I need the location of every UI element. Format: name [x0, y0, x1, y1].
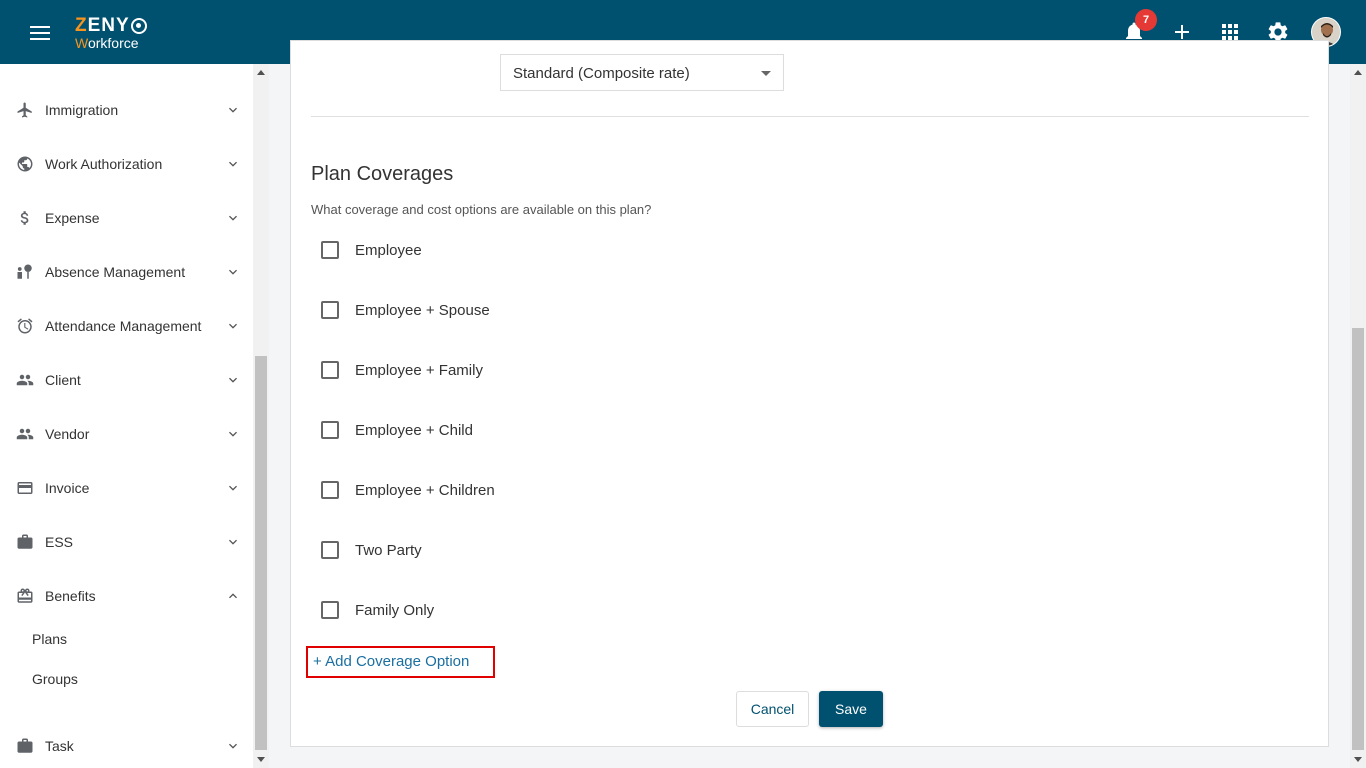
add-coverage-option-link[interactable]: + Add Coverage Option [306, 646, 495, 678]
briefcase-icon [16, 737, 34, 755]
coverage-option-two-party[interactable]: Two Party [321, 540, 422, 560]
sidebar-item-client[interactable]: Client [0, 360, 253, 400]
chevron-down-icon [225, 264, 241, 280]
chevron-down-icon [225, 156, 241, 172]
logo-circle-icon [130, 17, 147, 34]
checkbox[interactable] [321, 481, 339, 499]
main-scroll-down-icon[interactable] [1354, 757, 1362, 762]
sidebar-item-label: Task [45, 738, 74, 754]
coverage-option-employee-family[interactable]: Employee + Family [321, 360, 483, 380]
rate-type-select[interactable]: Standard (Composite rate) [500, 54, 784, 91]
sidebar: Immigration Work Authorization Expense A… [0, 64, 253, 768]
sidebar-item-invoice[interactable]: Invoice [0, 468, 253, 508]
sidebar-item-label: Attendance Management [45, 318, 202, 334]
coverage-option-family-only[interactable]: Family Only [321, 600, 434, 620]
section-title: Plan Coverages [311, 163, 454, 185]
sidebar-item-label: Client [45, 372, 81, 388]
sidebar-scrollbar-thumb[interactable] [255, 356, 267, 750]
coverage-option-label: Employee [355, 241, 422, 259]
chevron-down-icon [225, 210, 241, 226]
coverage-option-employee-child[interactable]: Employee + Child [321, 420, 473, 440]
cancel-button[interactable]: Cancel [736, 691, 809, 727]
chevron-down-icon [225, 480, 241, 496]
sidebar-item-attendance-management[interactable]: Attendance Management [0, 306, 253, 346]
rate-type-value: Standard (Composite rate) [513, 65, 690, 82]
sidebar-scroll-up-icon[interactable] [257, 70, 265, 75]
sidebar-item-benefits[interactable]: Benefits [0, 576, 253, 616]
sidebar-item-label: Immigration [45, 102, 119, 118]
main-scroll-up-icon[interactable] [1354, 70, 1362, 75]
chevron-down-icon [225, 318, 241, 334]
chevron-down-icon [225, 372, 241, 388]
sidebar-item-ess[interactable]: ESS [0, 522, 253, 562]
sidebar-item-label: Benefits [45, 588, 96, 604]
coverage-option-label: Family Only [355, 601, 435, 619]
coverage-option-employee[interactable]: Employee [321, 240, 422, 260]
absence-icon [16, 263, 34, 281]
save-button[interactable]: Save [819, 691, 883, 727]
checkbox[interactable] [321, 601, 339, 619]
menu-icon[interactable] [30, 26, 50, 40]
coverage-option-label: Two Party [355, 541, 422, 559]
sidebar-subitem-groups[interactable]: Groups [32, 671, 78, 687]
checkbox[interactable] [321, 361, 339, 379]
notification-badge: 7 [1135, 9, 1157, 31]
chevron-up-icon [225, 588, 241, 604]
sidebar-item-immigration[interactable]: Immigration [0, 90, 253, 130]
app-logo[interactable]: Z ENY Workforce [75, 16, 147, 50]
airplane-icon [16, 101, 34, 119]
section-divider [311, 116, 1309, 117]
coverage-option-label: Employee + Child [355, 421, 473, 439]
sidebar-item-label: Invoice [45, 480, 90, 496]
coverage-option-label: Employee + Spouse [355, 301, 490, 319]
sidebar-item-label: ESS [45, 534, 74, 550]
chevron-down-icon [225, 534, 241, 550]
sidebar-item-label: Vendor [45, 426, 90, 442]
sidebar-item-label: Work Authorization [45, 156, 163, 172]
sidebar-item-vendor[interactable]: Vendor [0, 414, 253, 454]
sidebar-item-task[interactable]: Task [0, 726, 253, 766]
gift-icon [16, 587, 34, 605]
checkbox[interactable] [321, 421, 339, 439]
people-icon [16, 371, 34, 389]
sidebar-scroll-down-icon[interactable] [257, 757, 265, 762]
card-icon [16, 479, 34, 497]
coverage-option-employee-children[interactable]: Employee + Children [321, 480, 495, 500]
sidebar-item-label: Absence Management [45, 264, 186, 280]
dropdown-caret-icon [761, 71, 771, 76]
main-scrollbar-thumb[interactable] [1352, 328, 1364, 750]
alarm-icon [16, 317, 34, 335]
coverage-option-employee-spouse[interactable]: Employee + Spouse [321, 300, 490, 320]
checkbox[interactable] [321, 241, 339, 259]
sidebar-item-expense[interactable]: Expense [0, 198, 253, 238]
chevron-down-icon [225, 102, 241, 118]
logo-text: ENY [87, 15, 130, 36]
coverage-option-label: Employee + Family [355, 361, 483, 379]
coverage-option-label: Employee + Children [355, 481, 495, 499]
briefcase-icon [16, 533, 34, 551]
checkbox[interactable] [321, 301, 339, 319]
section-description: What coverage and cost options are avail… [311, 202, 652, 217]
dollar-icon [16, 209, 34, 227]
plan-form-card [290, 40, 1329, 747]
sidebar-item-work-authorization[interactable]: Work Authorization [0, 144, 253, 184]
chevron-down-icon [225, 426, 241, 442]
sidebar-subitem-plans[interactable]: Plans [32, 631, 67, 647]
checkbox[interactable] [321, 541, 339, 559]
sidebar-item-label: Expense [45, 210, 100, 226]
sidebar-item-absence-management[interactable]: Absence Management [0, 252, 253, 292]
chevron-down-icon [225, 738, 241, 754]
people-icon [16, 425, 34, 443]
globe-icon [16, 155, 34, 173]
